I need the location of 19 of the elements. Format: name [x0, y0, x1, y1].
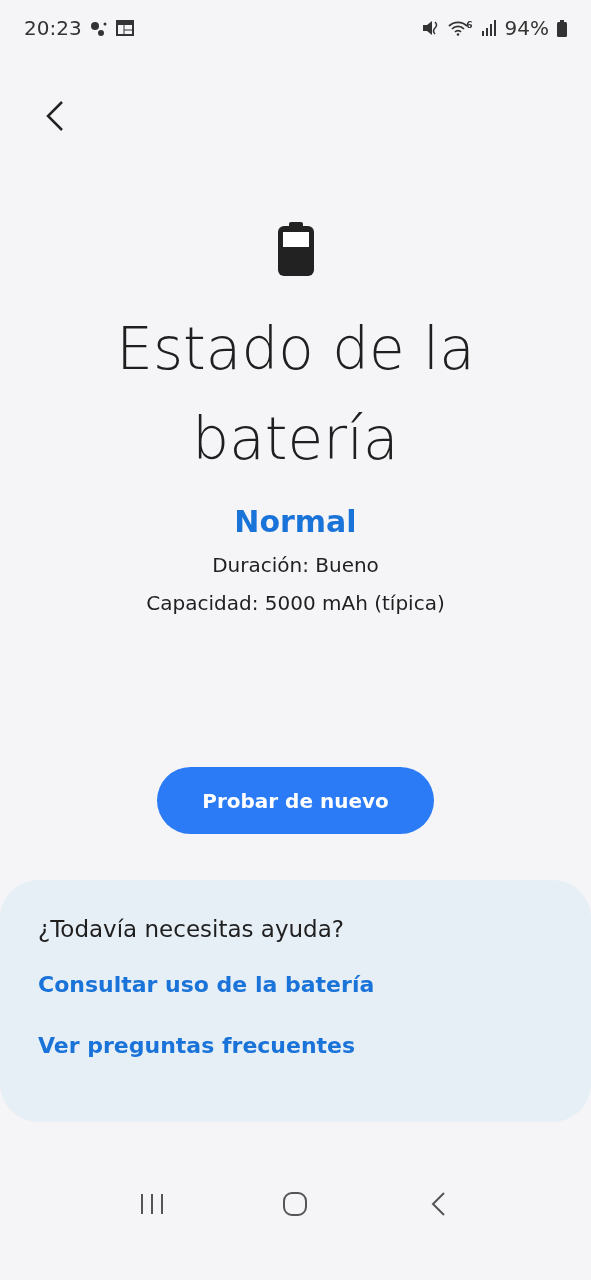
retry-button[interactable]: Probar de nuevo — [157, 767, 434, 834]
assistant-dots-icon — [89, 19, 108, 37]
clock: 20:23 — [24, 16, 82, 40]
home-icon[interactable] — [282, 1192, 309, 1216]
battery-percent: 94% — [504, 16, 549, 40]
detail-text: Duración: Bueno — [212, 553, 379, 577]
page-title: Estado de la batería — [115, 314, 476, 475]
status-text: Normal — [234, 504, 357, 539]
help-title: ¿Todavía necesitas ayuda? — [38, 916, 345, 942]
signal-icon — [480, 20, 497, 36]
help-link[interactable]: Ver preguntas frecuentes — [38, 1033, 553, 1058]
recent-apps-icon[interactable] — [138, 1192, 165, 1216]
detail-text: Capacidad: 5000 mAh (típica) — [146, 591, 445, 615]
wifi-icon — [448, 20, 469, 36]
network-type-label: 6 — [466, 20, 473, 30]
help-link[interactable]: Consultar uso de la batería — [38, 972, 553, 997]
battery-icon — [557, 19, 567, 37]
battery-icon — [277, 222, 314, 276]
calendar-icon — [115, 20, 134, 36]
